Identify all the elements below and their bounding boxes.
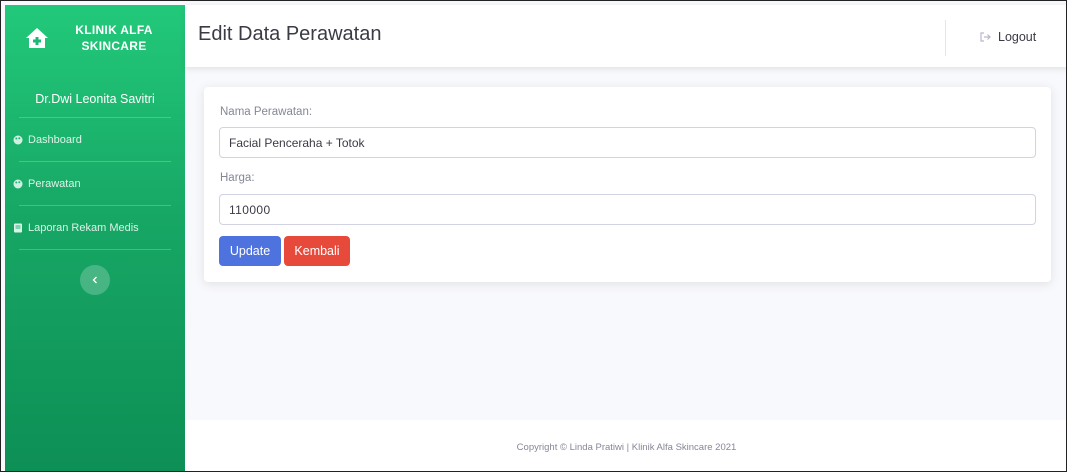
sidebar-toggle-button[interactable]	[80, 265, 110, 295]
update-button[interactable]: Update	[219, 236, 281, 266]
sidebar-divider	[19, 249, 171, 250]
footer: Copyright © Linda Pratiwi | Klinik Alfa …	[185, 420, 1066, 471]
sign-out-icon	[980, 32, 991, 42]
sidebar-item-label: Laporan Rekam Medis	[28, 221, 139, 234]
chevron-left-icon	[91, 271, 99, 289]
edit-form-card: Nama Perawatan: Harga: Update Kembali	[204, 87, 1051, 282]
sidebar-item-label: Dashboard	[28, 133, 82, 146]
nama-perawatan-input[interactable]	[219, 127, 1036, 158]
harga-input[interactable]	[219, 194, 1036, 225]
app-frame: KLINIK ALFA SKINCARE Dr.Dwi Leonita Savi…	[0, 0, 1067, 472]
sidebar-item-label: Perawatan	[28, 177, 81, 190]
user-name: Dr.Dwi Leonita Savitri	[35, 92, 155, 106]
sidebar: KLINIK ALFA SKINCARE Dr.Dwi Leonita Savi…	[5, 5, 185, 471]
harga-label: Harga:	[220, 172, 255, 184]
clinic-home-icon	[25, 26, 49, 50]
book-icon	[13, 223, 23, 233]
topbar-divider	[945, 20, 946, 56]
brand-name: KLINIK ALFA SKINCARE	[65, 22, 163, 54]
topbar: Edit Data Perawatan Logout	[185, 5, 1066, 67]
sidebar-item-laporan-rekam-medis[interactable]: Laporan Rekam Medis	[5, 206, 185, 249]
brand-line2: SKINCARE	[81, 39, 147, 53]
palette-icon	[13, 179, 23, 189]
logout-link[interactable]: Logout	[980, 30, 1036, 44]
brand-line1: KLINIK ALFA	[75, 23, 153, 37]
sidebar-item-dashboard[interactable]: Dashboard	[5, 118, 185, 161]
logout-label: Logout	[998, 30, 1037, 44]
nama-perawatan-label: Nama Perawatan:	[220, 106, 313, 118]
sidebar-brand[interactable]: KLINIK ALFA SKINCARE	[5, 5, 185, 71]
copyright-text: Copyright © Linda Pratiwi | Klinik Alfa …	[516, 442, 737, 453]
page-title: Edit Data Perawatan	[198, 23, 382, 45]
sidebar-item-perawatan[interactable]: Perawatan	[5, 162, 185, 205]
palette-icon	[13, 135, 23, 145]
kembali-button[interactable]: Kembali	[284, 236, 350, 266]
